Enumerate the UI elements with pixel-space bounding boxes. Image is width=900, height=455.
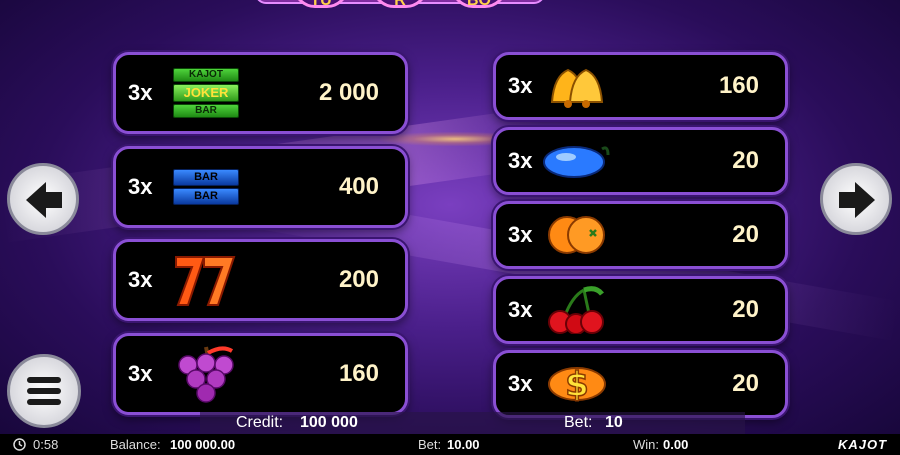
balance-label: Balance: (110, 437, 161, 452)
multiplier-label: 3x (508, 222, 533, 247)
joker-bar-text: KAJOT (173, 68, 239, 82)
grapes-icon (178, 346, 234, 403)
menu-icon (27, 377, 61, 383)
multiplier-label: 3x (128, 174, 153, 199)
bet-value: 10 (605, 414, 623, 431)
joker-bar-text: BAR (173, 104, 239, 118)
paytable-row: 3x KAJOT JOKER BAR 2 000 (113, 52, 408, 134)
paytable-row: 3x 200 (113, 239, 408, 321)
brand-logo: KAJOT (838, 437, 888, 452)
status-bar: 0:58 Balance: 100 000.00 Bet: 10.00 Win:… (0, 434, 900, 455)
svg-text:$: $ (565, 365, 589, 405)
win-label: Win: (633, 437, 659, 452)
previous-page-button[interactable] (7, 163, 79, 235)
multiplier-label: 3x (508, 297, 533, 322)
paytable-row: 3x BAR BAR 400 (113, 146, 408, 228)
clock-icon (13, 438, 26, 451)
payout-value: 200 (338, 266, 379, 293)
logo-letter: BO (451, 0, 507, 9)
payout-value: 2 000 (318, 79, 379, 106)
logo-letter: TU (293, 0, 349, 9)
multiplier-label: 3x (508, 148, 533, 173)
multiplier-label: 3x (508, 73, 533, 98)
next-page-button[interactable] (820, 163, 892, 235)
dollar-icon: $ (548, 364, 606, 406)
menu-icon (27, 399, 61, 405)
multiplier-label: 3x (128, 361, 153, 386)
bet-label: Bet: (418, 437, 442, 452)
credit-value: 100 000 (300, 414, 358, 431)
bar-text: BAR (173, 188, 239, 205)
payout-value: 400 (338, 173, 379, 200)
payout-value: 160 (338, 360, 379, 387)
arrow-right-icon (839, 182, 875, 218)
plum-icon (543, 146, 610, 178)
credit-bar: Credit: 100 000 Bet: 10 (200, 412, 745, 434)
payout-value: 20 (732, 370, 759, 397)
paytable-row: 3x 20 (493, 276, 788, 344)
clock-time: 0:58 (33, 437, 59, 452)
menu-icon (27, 388, 61, 394)
multiplier-label: 3x (128, 267, 153, 292)
seven-icon (175, 256, 236, 306)
menu-button[interactable] (7, 354, 81, 428)
payout-value: 20 (732, 147, 759, 174)
game-logo: TU R BO (255, 0, 545, 9)
bet-value: 10.00 (447, 437, 480, 452)
arrow-left-icon (26, 182, 62, 218)
multiplier-label: 3x (128, 80, 153, 105)
balance-value: 100 000.00 (170, 437, 236, 452)
bar-text: BAR (173, 169, 239, 186)
paytable-row: 3x 20 (493, 127, 788, 195)
payout-value: 160 (718, 72, 759, 99)
cherry-icon (548, 286, 604, 334)
logo-letter: R (372, 0, 428, 9)
bet-label: Bet: (564, 414, 593, 431)
double-bar-icon: BAR BAR (173, 169, 239, 205)
paytable-row: 3x 160 (493, 52, 788, 120)
multiplier-label: 3x (508, 371, 533, 396)
bell-icon (550, 68, 604, 108)
paytable-row: 3x $ 20 (493, 350, 788, 418)
joker-bar-text: JOKER (173, 84, 239, 102)
payout-value: 20 (732, 296, 759, 323)
paytable-row: 3x 20 (493, 201, 788, 269)
win-value: 0.00 (663, 437, 689, 452)
credit-label: Credit: (236, 414, 284, 431)
joker-bar-icon: KAJOT JOKER BAR (173, 68, 239, 118)
orange-icon (548, 216, 605, 254)
paytable-row: 3x 160 (113, 333, 408, 415)
payout-value: 20 (732, 221, 759, 248)
